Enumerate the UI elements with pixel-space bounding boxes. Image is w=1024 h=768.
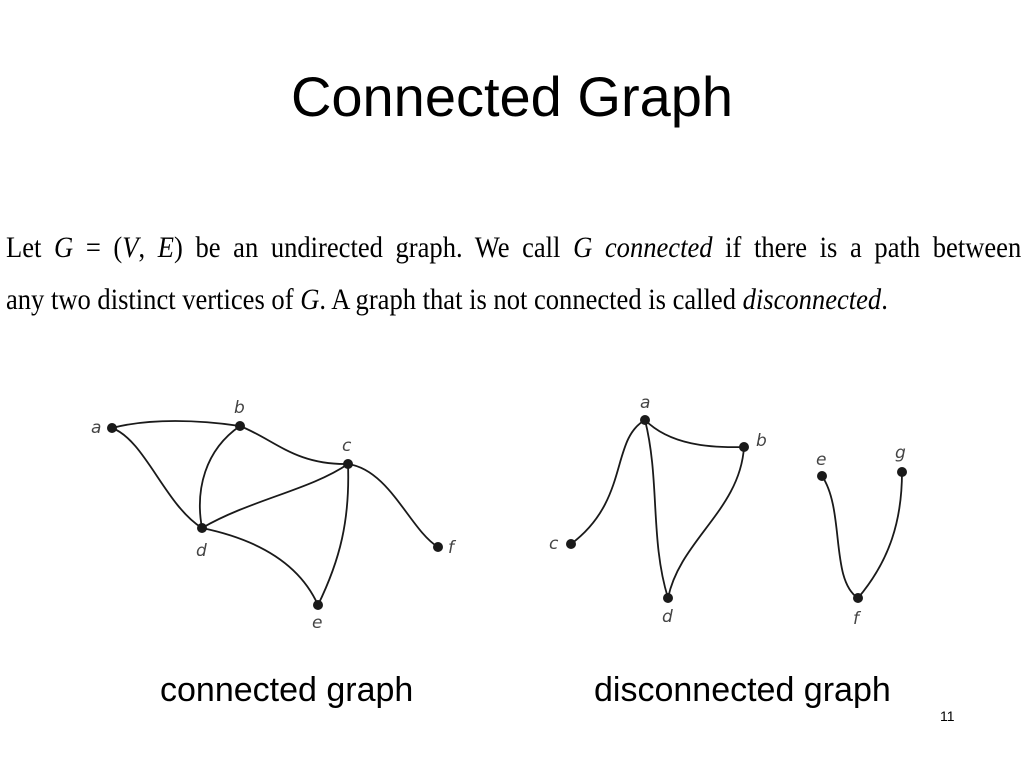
edge-b-c [239, 425, 349, 465]
vertex-c [566, 539, 576, 549]
vertex-label-d: d [196, 541, 207, 561]
vertex-label-a: a [91, 418, 101, 438]
vertex-label-g: g [895, 443, 906, 463]
edge-d-e [201, 527, 319, 606]
edge-c-e [317, 463, 350, 606]
vertex-label-e: e [816, 450, 826, 470]
caption-disconnected-graph: disconnected graph [594, 671, 891, 709]
edge-c-f [347, 463, 439, 548]
vertex-e [313, 600, 323, 610]
vertex-label-b: b [756, 431, 767, 451]
graph-figures: a b c d e f a b c d e f g [91, 393, 907, 633]
vertex-f [853, 593, 863, 603]
edge-f-g [857, 471, 903, 599]
disconnected-graph: a b c d e f g [549, 393, 907, 629]
connected-graph: a b c d e f [91, 398, 457, 633]
vertex-c [343, 459, 353, 469]
vertex-label-f: f [853, 609, 862, 629]
edge-d-c [201, 463, 349, 529]
vertex-d [197, 523, 207, 533]
vertex-d [663, 593, 673, 603]
vertex-a [640, 415, 650, 425]
vertex-label-c: c [342, 436, 352, 456]
vertex-g [897, 467, 907, 477]
edge-a-d [111, 427, 203, 529]
edge-b-d [667, 446, 745, 599]
vertex-a [107, 423, 117, 433]
vertex-b [739, 442, 749, 452]
vertex-label-a: a [640, 393, 650, 413]
edge-a-d [644, 419, 669, 599]
vertex-b [235, 421, 245, 431]
vertex-label-c: c [549, 534, 559, 554]
vertex-label-b: b [234, 398, 245, 418]
vertex-e [817, 471, 827, 481]
edge-a-c [570, 419, 646, 545]
edge-e-f [821, 475, 859, 599]
edge-a-b [644, 419, 745, 449]
caption-connected-graph: connected graph [160, 671, 414, 709]
vertex-label-f: f [448, 538, 457, 558]
slide-number: 11 [940, 708, 955, 724]
vertex-label-e: e [312, 613, 322, 633]
edge-a-b [111, 420, 241, 429]
vertex-f [433, 542, 443, 552]
vertex-label-d: d [662, 607, 673, 627]
